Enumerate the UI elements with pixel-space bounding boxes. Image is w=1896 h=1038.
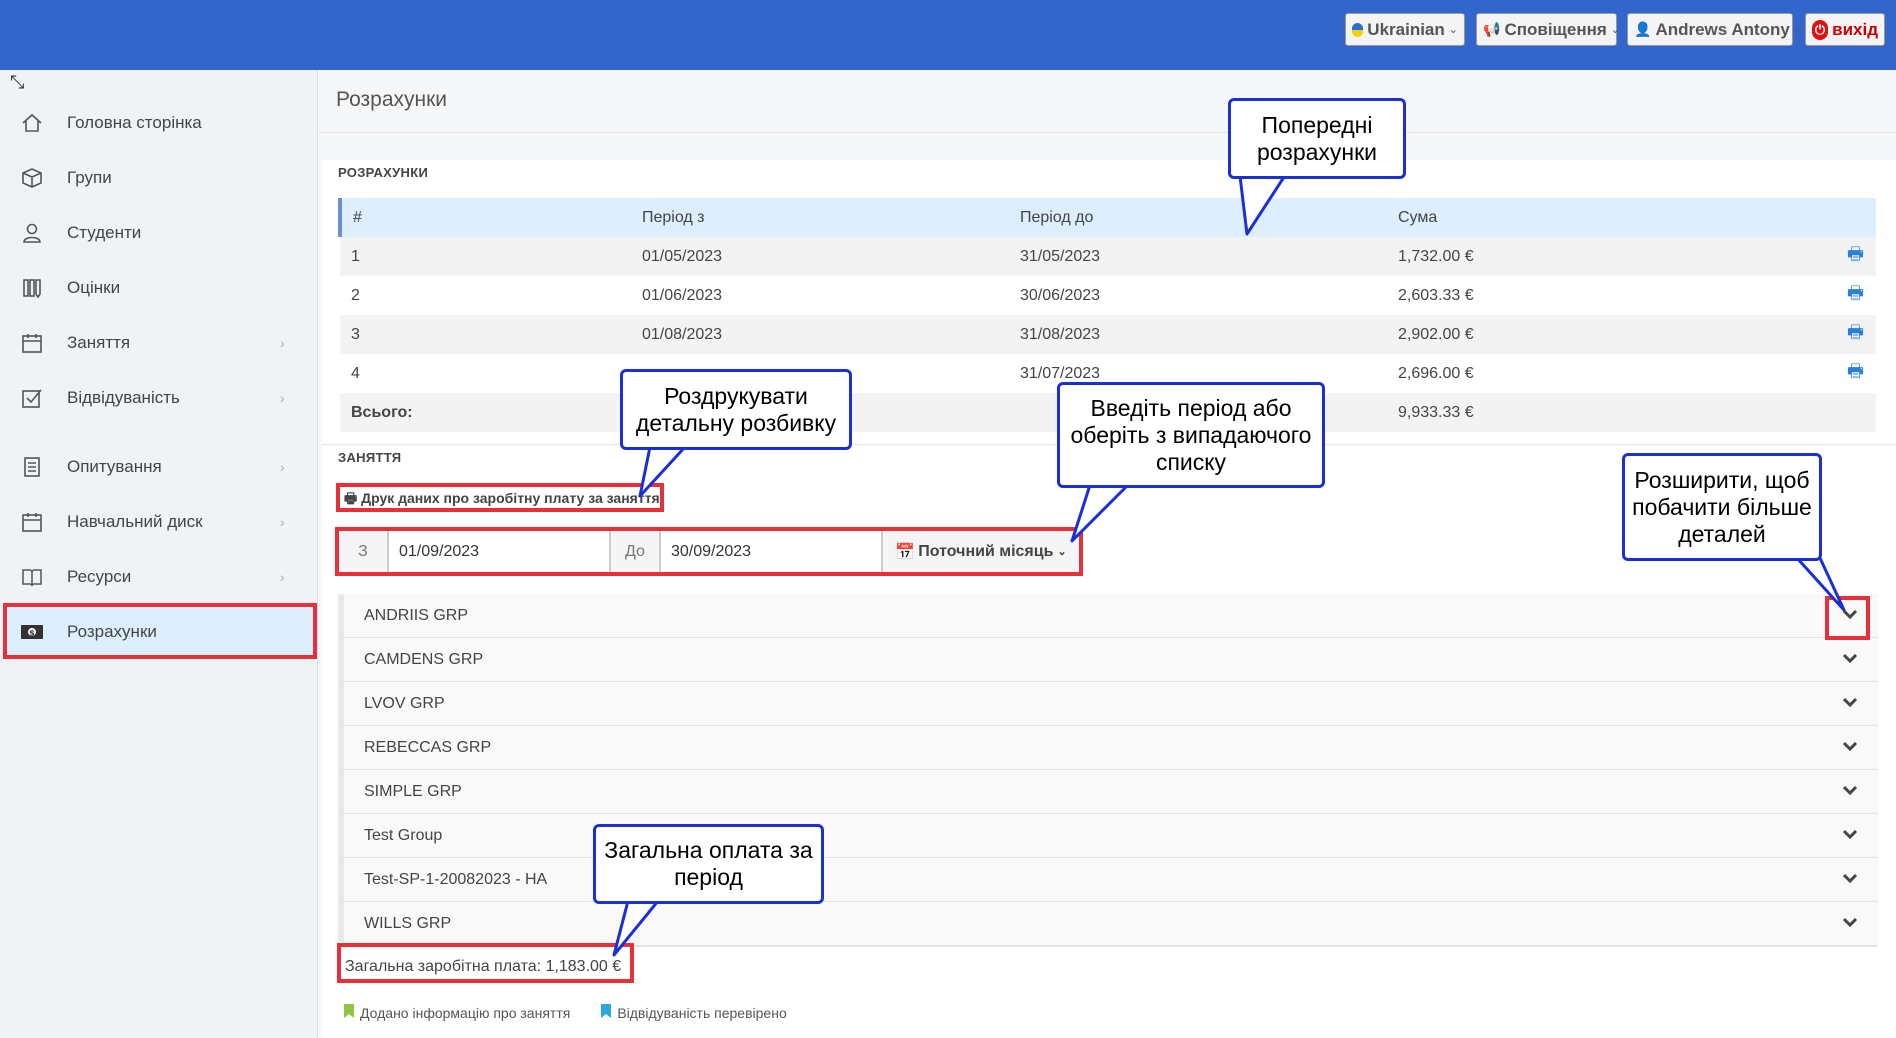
callout-total-payment: Загальна оплата за період xyxy=(593,824,824,904)
callout-enter-period: Введіть період або оберіть з випадаючого… xyxy=(1057,382,1325,488)
callout-expand-details: Розширити, щоб побачити більше деталей xyxy=(1622,453,1822,561)
callout-tails xyxy=(612,175,1846,957)
callout-print-breakdown: Роздрукувати детальну розбивку xyxy=(620,369,852,450)
callout-previous-calculations: Попередні розрахунки xyxy=(1228,98,1406,179)
